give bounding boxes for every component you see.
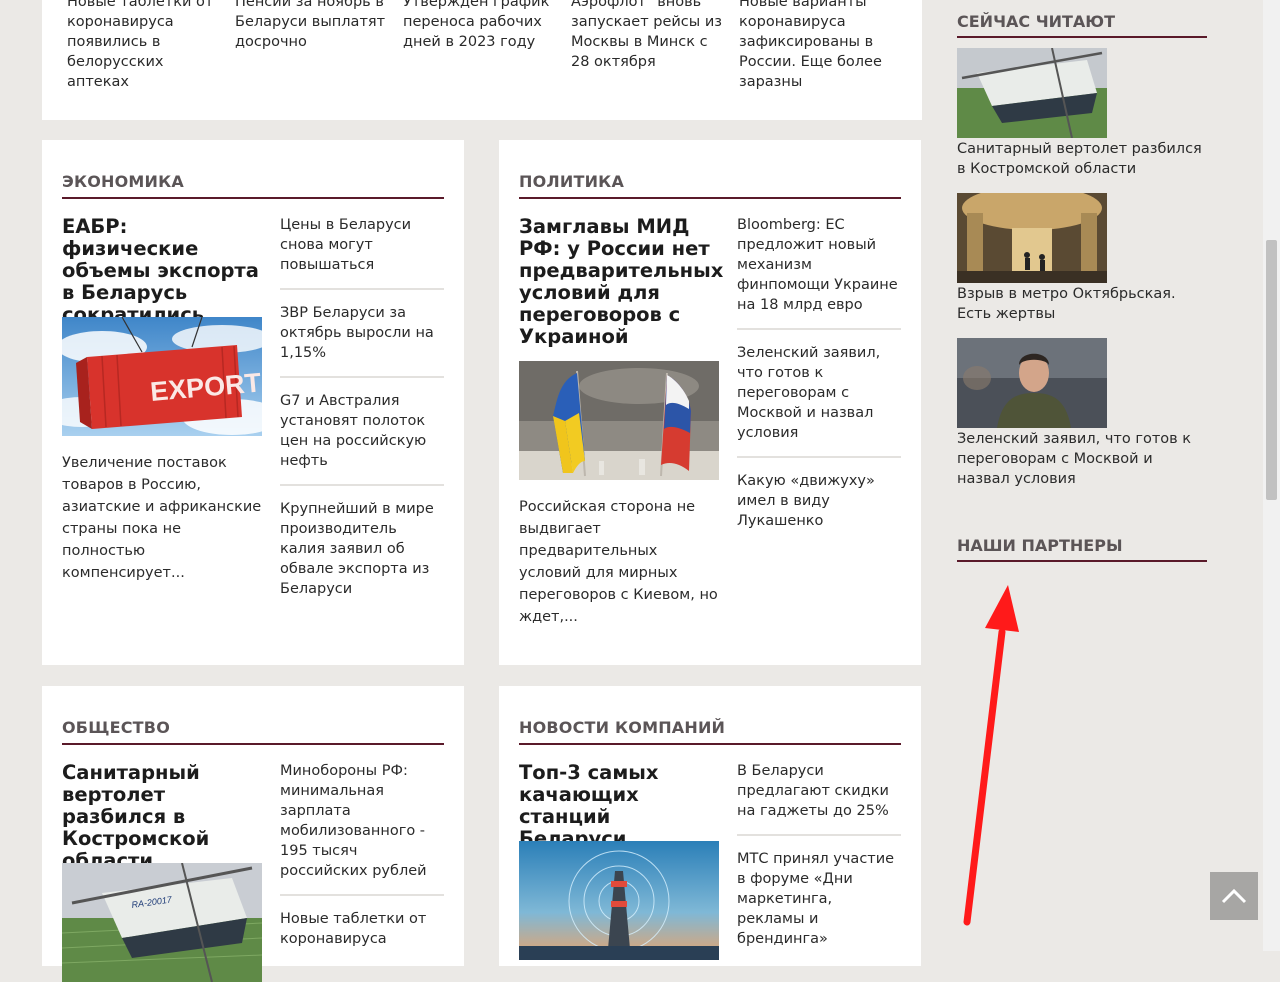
annotation-arrow: [963, 585, 1019, 926]
chevron-up-icon: [1221, 888, 1247, 904]
page-scrollbar[interactable]: [1263, 0, 1280, 951]
back-to-top-button[interactable]: [1210, 872, 1258, 920]
scrollbar-thumb[interactable]: [1266, 240, 1277, 500]
